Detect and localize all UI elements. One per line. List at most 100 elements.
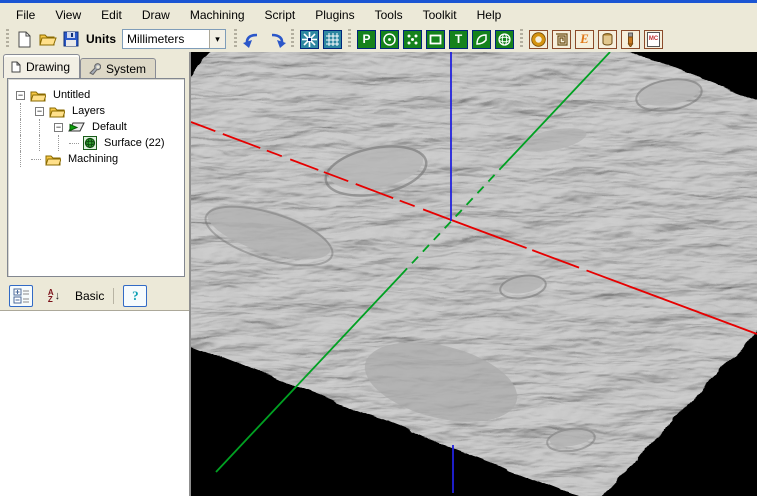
tree-item-untitled[interactable]: − Untitled <box>12 87 182 103</box>
collapse-toggle[interactable]: − <box>35 107 44 116</box>
folder-icon <box>30 89 46 102</box>
draw-pointcloud-icon <box>403 30 422 49</box>
toolbar-grip[interactable] <box>520 29 523 49</box>
dropdown-arrow-icon[interactable]: ▾ <box>209 30 225 48</box>
draw-rectangle-button[interactable] <box>424 28 447 50</box>
menu-tools[interactable]: Tools <box>365 4 413 25</box>
open-file-button[interactable] <box>36 28 59 50</box>
mill-drill-button[interactable] <box>596 28 619 50</box>
mill-pocket-icon <box>552 30 571 49</box>
wrench-icon <box>88 63 101 75</box>
draw-arc-icon <box>472 30 491 49</box>
tree-item-label[interactable]: Untitled <box>51 88 92 102</box>
draw-arc-button[interactable] <box>470 28 493 50</box>
undo-button[interactable] <box>241 28 264 50</box>
viewport-3d[interactable] <box>191 52 757 496</box>
snap-point-button[interactable] <box>298 28 321 50</box>
menu-help[interactable]: Help <box>467 4 512 25</box>
folder-icon <box>45 153 61 166</box>
draw-sphere-button[interactable] <box>493 28 516 50</box>
tree-item-default-layer[interactable]: − Default <box>12 119 182 135</box>
categorized-view-icon <box>13 288 30 304</box>
help-button[interactable]: ? <box>123 285 147 307</box>
tree-item-machining[interactable]: Machining <box>12 151 182 167</box>
draw-rectangle-icon <box>426 30 445 49</box>
view-mode-label: Basic <box>75 289 104 303</box>
layer-icon <box>68 121 85 133</box>
mill-post-icon: MC <box>644 30 663 49</box>
tab-drawing[interactable]: Drawing <box>3 54 80 78</box>
sort-alphabetical-button[interactable]: A Z ↓ <box>42 285 66 307</box>
draw-text-icon: T <box>449 30 468 49</box>
separator <box>113 288 114 304</box>
mill-engrave-icon: E <box>575 30 594 49</box>
draw-pointcloud-button[interactable] <box>401 28 424 50</box>
new-file-icon <box>17 31 32 48</box>
mill-torus-button[interactable] <box>527 28 550 50</box>
browser-panel: Drawing System − Untitled <box>0 52 191 496</box>
tree-item-layers[interactable]: − Layers <box>12 103 182 119</box>
tree-item-label[interactable]: Surface (22) <box>102 136 167 150</box>
tab-system-label: System <box>106 62 146 76</box>
draw-text-button[interactable]: T <box>447 28 470 50</box>
terrain-surface[interactable] <box>191 52 757 496</box>
main-area: Drawing System − Untitled <box>0 52 757 496</box>
mill-tool-icon <box>621 30 640 49</box>
grid-button[interactable] <box>321 28 344 50</box>
undo-icon <box>243 30 263 48</box>
application-window: File View Edit Draw Machining Script Plu… <box>0 0 757 496</box>
menu-script[interactable]: Script <box>255 4 306 25</box>
tree-item-surface[interactable]: Surface (22) <box>12 135 182 151</box>
mill-post-button[interactable]: MC <box>642 28 665 50</box>
collapse-toggle[interactable]: − <box>16 91 25 100</box>
mill-engrave-button[interactable]: E <box>573 28 596 50</box>
mill-tool-button[interactable] <box>619 28 642 50</box>
mill-torus-icon <box>529 30 548 49</box>
tree-item-label[interactable]: Default <box>90 120 129 134</box>
tab-drawing-label: Drawing <box>26 60 70 74</box>
draw-circle-button[interactable] <box>378 28 401 50</box>
sort-az-icon: A Z ↓ <box>48 289 60 303</box>
folder-icon <box>49 105 65 118</box>
mill-pocket-button[interactable] <box>550 28 573 50</box>
property-grid[interactable] <box>0 310 189 496</box>
redo-icon <box>266 30 286 48</box>
viewport-canvas <box>191 52 757 496</box>
draw-sphere-icon <box>495 30 514 49</box>
collapse-toggle[interactable]: − <box>54 123 63 132</box>
help-icon: ? <box>132 288 139 304</box>
tree-item-label[interactable]: Layers <box>70 104 107 118</box>
menu-toolkit[interactable]: Toolkit <box>413 4 467 25</box>
snap-point-icon <box>300 30 319 49</box>
drawing-tree: − Untitled − Layers <box>7 78 185 277</box>
draw-point-button[interactable]: P <box>355 28 378 50</box>
tab-system[interactable]: System <box>80 58 156 78</box>
save-button[interactable] <box>59 28 82 50</box>
menu-bar: File View Edit Draw Machining Script Plu… <box>0 3 757 26</box>
menu-plugins[interactable]: Plugins <box>305 4 364 25</box>
menu-view[interactable]: View <box>45 4 91 25</box>
save-floppy-icon <box>63 31 79 47</box>
toolbar-grip[interactable] <box>348 29 351 49</box>
menu-edit[interactable]: Edit <box>91 4 132 25</box>
mill-drill-icon <box>598 30 617 49</box>
menu-file[interactable]: File <box>6 4 45 25</box>
units-dropdown[interactable]: Millimeters ▾ <box>122 29 226 49</box>
toolbar-grip[interactable] <box>234 29 237 49</box>
tree-item-label[interactable]: Machining <box>66 152 120 166</box>
toolbar-grip[interactable] <box>291 29 294 49</box>
page-icon <box>11 61 21 73</box>
property-toolbar: A Z ↓ Basic ? <box>0 282 189 310</box>
panel-tabs: Drawing System <box>3 54 156 78</box>
menu-machining[interactable]: Machining <box>180 4 255 25</box>
menu-draw[interactable]: Draw <box>132 4 180 25</box>
grid-icon <box>323 30 342 49</box>
units-label: Units <box>86 32 116 46</box>
toolbar-grip[interactable] <box>6 29 9 49</box>
draw-circle-icon <box>380 30 399 49</box>
categorized-view-button[interactable] <box>9 285 33 307</box>
redo-button[interactable] <box>264 28 287 50</box>
open-folder-icon <box>39 32 57 46</box>
draw-point-icon: P <box>357 30 376 49</box>
new-file-button[interactable] <box>13 28 36 50</box>
